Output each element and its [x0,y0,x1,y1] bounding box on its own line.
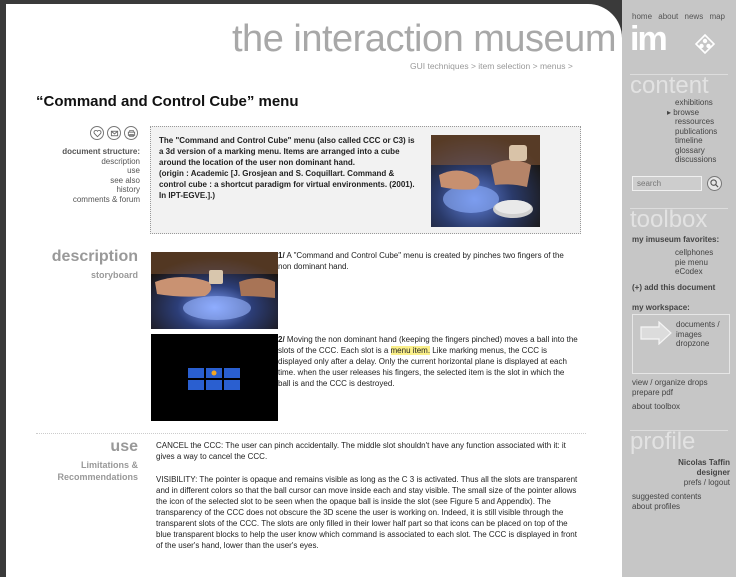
content-heading: content [630,72,709,99]
about-profiles-link[interactable]: about profiles [632,502,701,512]
use-visibility-paragraph: VISIBILITY: The pointer is opaque and re… [156,475,578,550]
content-link-browse[interactable]: ▸ browse [667,108,717,118]
profile-extra-links: suggested contents about profiles [632,492,701,512]
content-link-ressources[interactable]: ressources [675,117,717,127]
prepare-pdf-link[interactable]: prepare pdf [632,388,708,398]
use-section-subtitle: Limitations & Recommendations [57,460,138,482]
profile-role: designer [696,468,730,477]
menu-item-glossary-link[interactable]: menu item. [390,346,431,355]
content-link-discussions[interactable]: discussions [675,155,717,165]
intro-origin: (origin : Academic [J. Grosjean and S. C… [159,169,415,200]
favorites-list: cellphones pie menu eCodex [675,248,713,277]
structure-link-see-also[interactable]: see also [16,176,140,186]
nav-map[interactable]: map [709,12,725,21]
content-link-exhibitions[interactable]: exhibitions [675,98,717,108]
workspace-dropzone[interactable]: documents / images dropzone [632,314,730,374]
drop-arrow-icon [640,321,672,345]
breadcrumb-item-selection[interactable]: item selection [478,61,530,71]
intro-photo [431,135,540,227]
structure-link-description[interactable]: description [16,157,140,167]
favorite-ecodex[interactable]: eCodex [675,267,713,277]
logo[interactable]: im [630,20,668,59]
sidebar: home about news map im content exhibitio… [622,0,736,577]
description-section-title: description [51,248,138,265]
main-content: the interaction museum GUI techniques > … [6,4,622,577]
breadcrumb: GUI techniques > item selection > menus … [410,61,573,71]
workspace-tools: view / organize drops prepare pdf [632,378,708,398]
search-icon [710,179,719,188]
browse-marker-icon: ▸ [667,107,672,117]
about-toolbox: about toolbox [632,402,680,412]
nav-news[interactable]: news [685,12,704,21]
view-organize-drops-link[interactable]: view / organize drops [632,378,708,388]
breadcrumb-gui-techniques[interactable]: GUI techniques [410,61,469,71]
description-section-subtitle: storyboard [90,270,138,280]
document-actions [90,126,138,140]
prefs-logout-link[interactable]: prefs / logout [632,478,730,488]
profile-info: Nicolas Taffin designer prefs / logout [632,458,730,488]
use-section-title: use [110,438,138,455]
document-structure-heading: document structure: [62,147,140,156]
print-icon[interactable] [124,126,138,140]
storyboard-step-2: 2/ Moving the non dominant hand (keeping… [278,335,578,388]
intro-box: The "Command and Control Cube" menu (als… [150,126,581,234]
add-document-link[interactable]: (+) add this document [632,283,715,292]
dropzone-label: documents / images dropzone [676,320,720,348]
workspace-label: my workspace: [632,303,690,312]
use-cancel-paragraph: CANCEL the CCC: The user can pinch accid… [156,441,566,461]
museum-logo-icon [695,34,715,54]
content-link-publications[interactable]: publications [675,127,717,137]
favorites-label: my imuseum favorites: [632,235,720,244]
intro-text: The "Command and Control Cube" menu (als… [159,135,419,201]
section-divider [36,433,586,434]
favorite-cellphones[interactable]: cellphones [675,248,713,258]
email-icon[interactable] [107,126,121,140]
document-structure-nav: document structure: description use see … [16,147,140,204]
about-toolbox-link[interactable]: about toolbox [632,402,680,412]
page-frame: the interaction museum GUI techniques > … [0,0,736,577]
storyboard-photo-2 [151,334,278,421]
structure-link-comments[interactable]: comments & forum [16,195,140,205]
favorite-pie-menu[interactable]: pie menu [675,258,713,268]
profile-heading: profile [630,428,696,455]
structure-link-history[interactable]: history [16,185,140,195]
page-title: “Command and Control Cube” menu [36,93,299,110]
storyboard-photo-1 [151,252,278,329]
profile-name: Nicolas Taffin [678,458,730,467]
search-button[interactable] [707,176,722,191]
toolbox-heading: toolbox [630,206,708,233]
search-input[interactable] [632,176,702,191]
structure-link-use[interactable]: use [16,166,140,176]
content-link-glossary[interactable]: glossary [675,146,717,156]
content-link-timeline[interactable]: timeline [675,136,717,146]
favorite-heart-icon[interactable] [90,126,104,140]
storyboard-step-1: 1/ A "Command and Control Cube" menu is … [278,251,564,271]
suggested-contents-link[interactable]: suggested contents [632,492,701,502]
site-title: the interaction museum [232,18,616,60]
content-links: exhibitions ▸ browse ressources publicat… [667,98,717,165]
intro-summary: The "Command and Control Cube" menu (als… [159,136,415,167]
breadcrumb-menus[interactable]: menus [540,61,566,71]
